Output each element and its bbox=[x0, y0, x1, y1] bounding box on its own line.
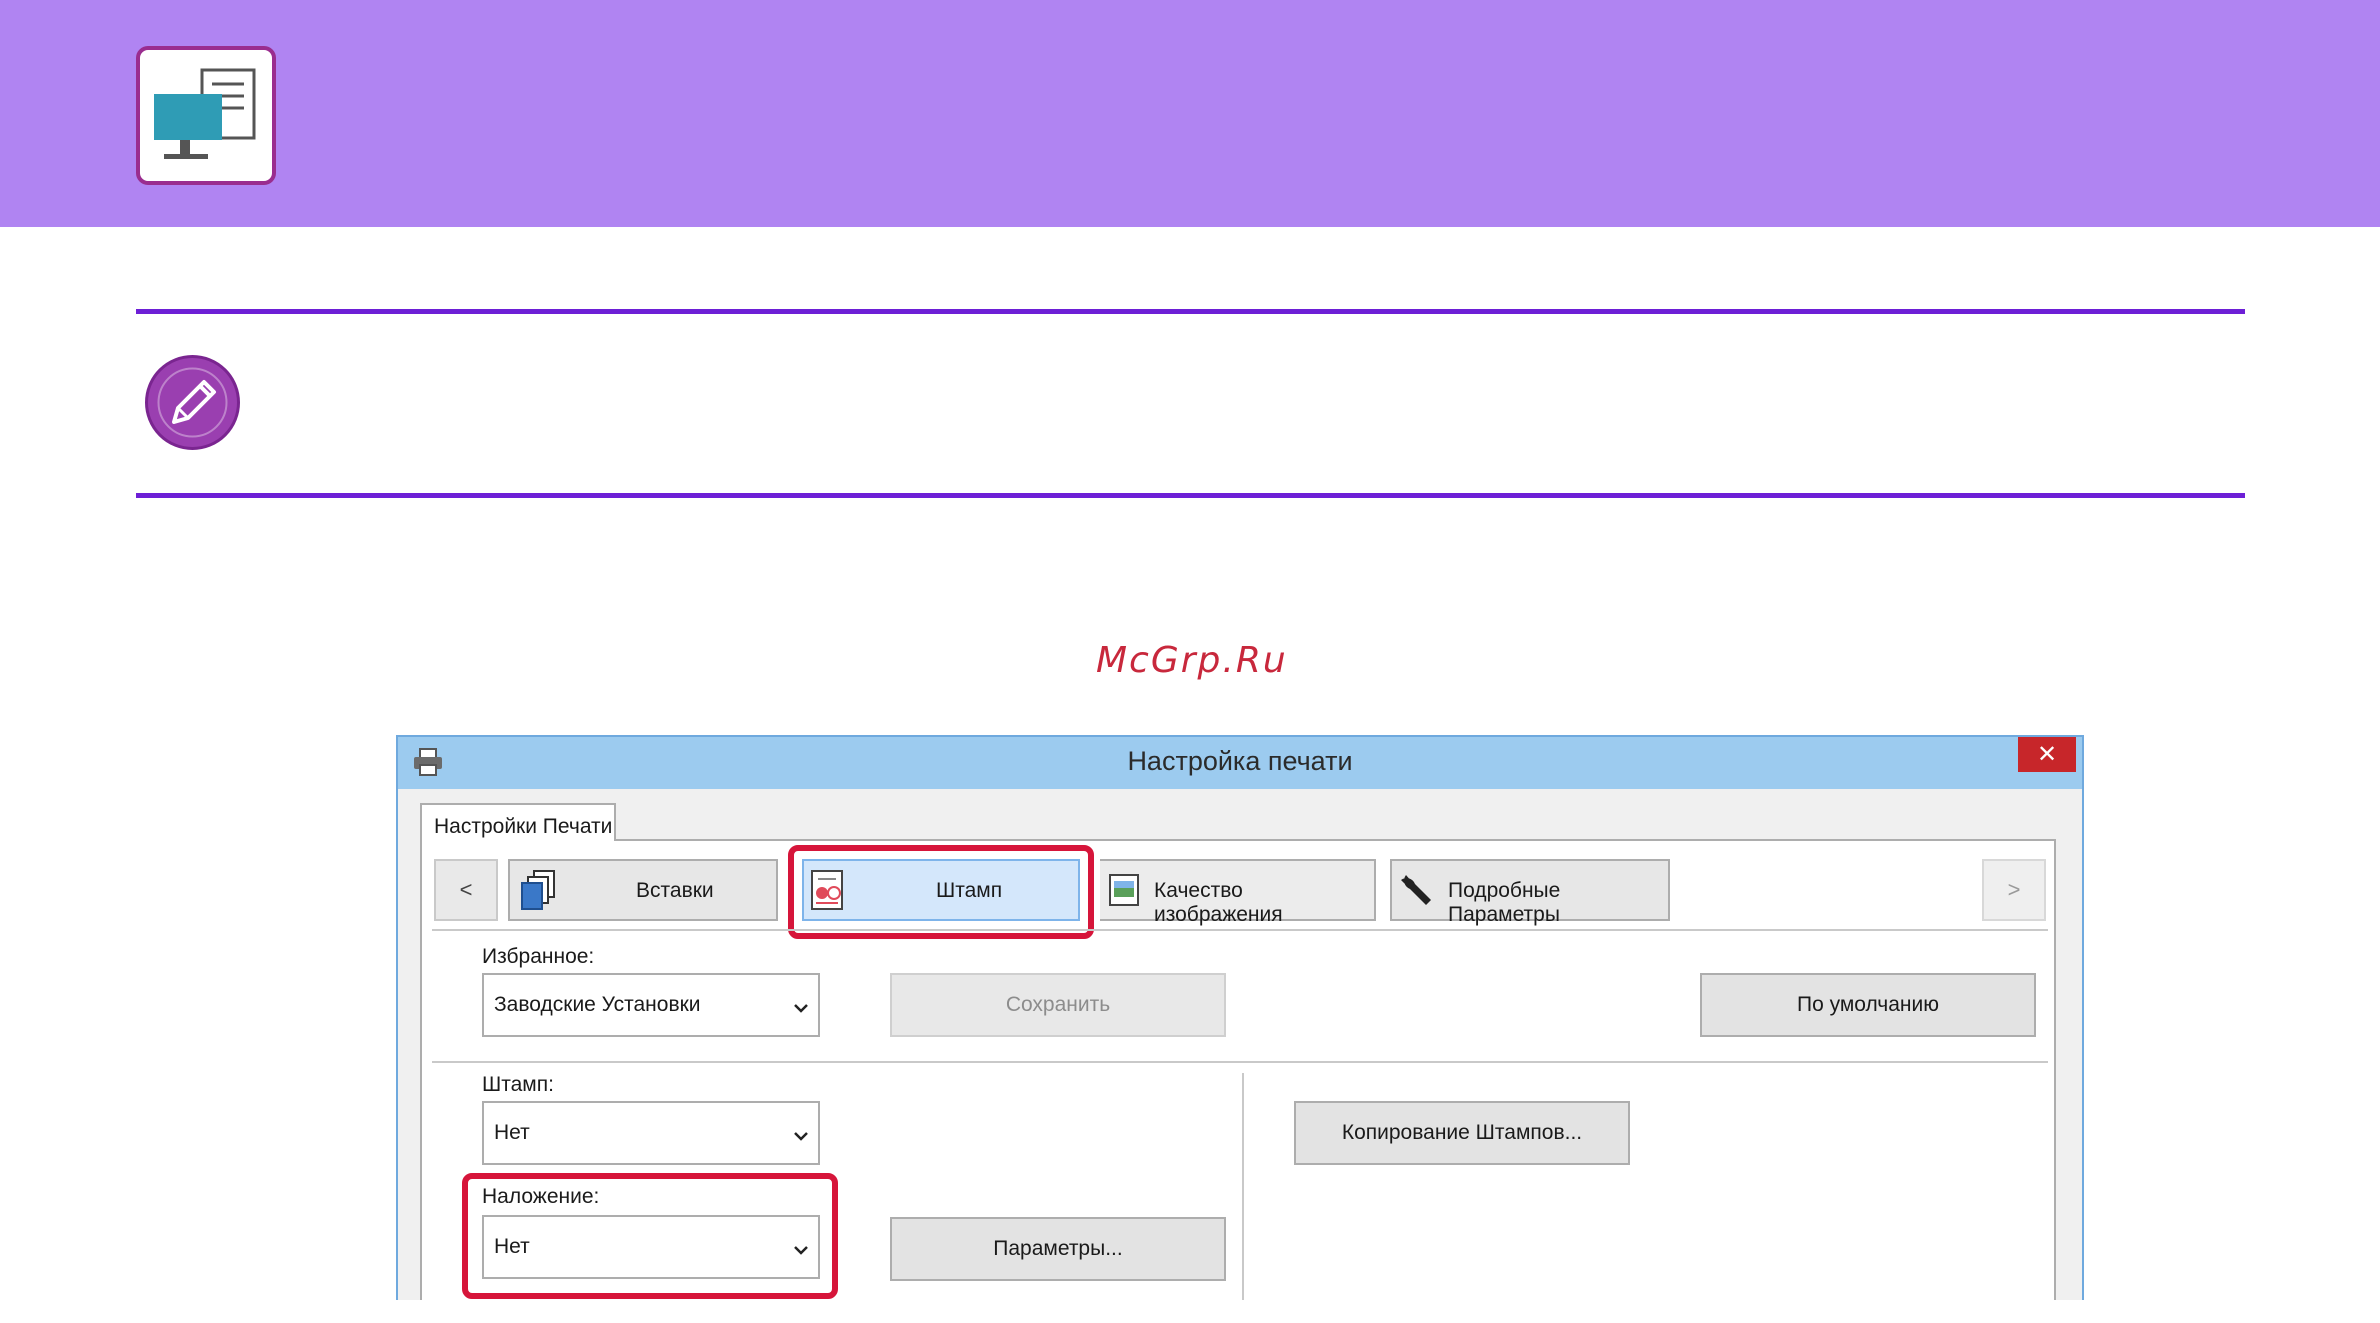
feature-tab-label: Вставки bbox=[636, 879, 714, 902]
watermark-text: McGrp.Ru bbox=[1096, 640, 1288, 681]
print-settings-dialog: Настройка печати ✕ Настройки Печати < Вс… bbox=[396, 735, 2084, 1300]
feature-tab-label: Качество изображения bbox=[1154, 879, 1283, 926]
favorites-value: Заводские Установки bbox=[494, 993, 701, 1016]
inserts-icon bbox=[518, 869, 560, 919]
dialog-titlebar: Настройка печати ✕ bbox=[398, 737, 2082, 789]
stamp-tab-highlight bbox=[788, 845, 1094, 939]
nav-prev-button[interactable]: < bbox=[434, 859, 498, 921]
nav-next-button[interactable]: > bbox=[1982, 859, 2046, 921]
overlay-params-button[interactable]: Параметры... bbox=[890, 1217, 1226, 1281]
pencil-note-icon bbox=[144, 354, 241, 451]
chevron-down-icon bbox=[792, 1125, 810, 1141]
header-banner bbox=[0, 0, 2380, 227]
default-button[interactable]: По умолчанию bbox=[1700, 973, 2036, 1037]
print-computer-icon bbox=[136, 46, 276, 185]
stamp-select[interactable]: Нет bbox=[482, 1101, 820, 1165]
tabstrip-separator bbox=[432, 929, 2048, 931]
wrench-icon bbox=[1398, 871, 1434, 915]
favorites-separator bbox=[432, 1061, 2048, 1063]
tab-print-settings[interactable]: Настройки Печати bbox=[420, 803, 616, 841]
favorites-select[interactable]: Заводские Установки bbox=[482, 973, 820, 1037]
note-bottom-rule bbox=[136, 493, 2245, 498]
dialog-title: Настройка печати bbox=[1127, 746, 1353, 776]
image-quality-icon bbox=[1106, 871, 1142, 917]
save-button[interactable]: Сохранить bbox=[890, 973, 1226, 1037]
stamp-value: Нет bbox=[494, 1121, 530, 1144]
feature-tab-label: Подробные Параметры bbox=[1448, 879, 1561, 926]
feature-tab-inserts[interactable]: Вставки bbox=[508, 859, 778, 921]
close-button[interactable]: ✕ bbox=[2018, 737, 2076, 772]
copy-stamps-button[interactable]: Копирование Штампов... bbox=[1294, 1101, 1630, 1165]
overlay-highlight bbox=[462, 1173, 838, 1299]
feature-tab-advanced[interactable]: Подробные Параметры bbox=[1390, 859, 1670, 926]
feature-tab-image-quality[interactable]: Качество изображения bbox=[1100, 859, 1376, 926]
stamp-label: Штамп: bbox=[482, 1073, 554, 1096]
favorites-label: Избранное: bbox=[482, 945, 595, 968]
vertical-separator bbox=[1242, 1073, 1244, 1300]
chevron-down-icon bbox=[792, 997, 810, 1013]
note-top-rule bbox=[136, 309, 2245, 314]
